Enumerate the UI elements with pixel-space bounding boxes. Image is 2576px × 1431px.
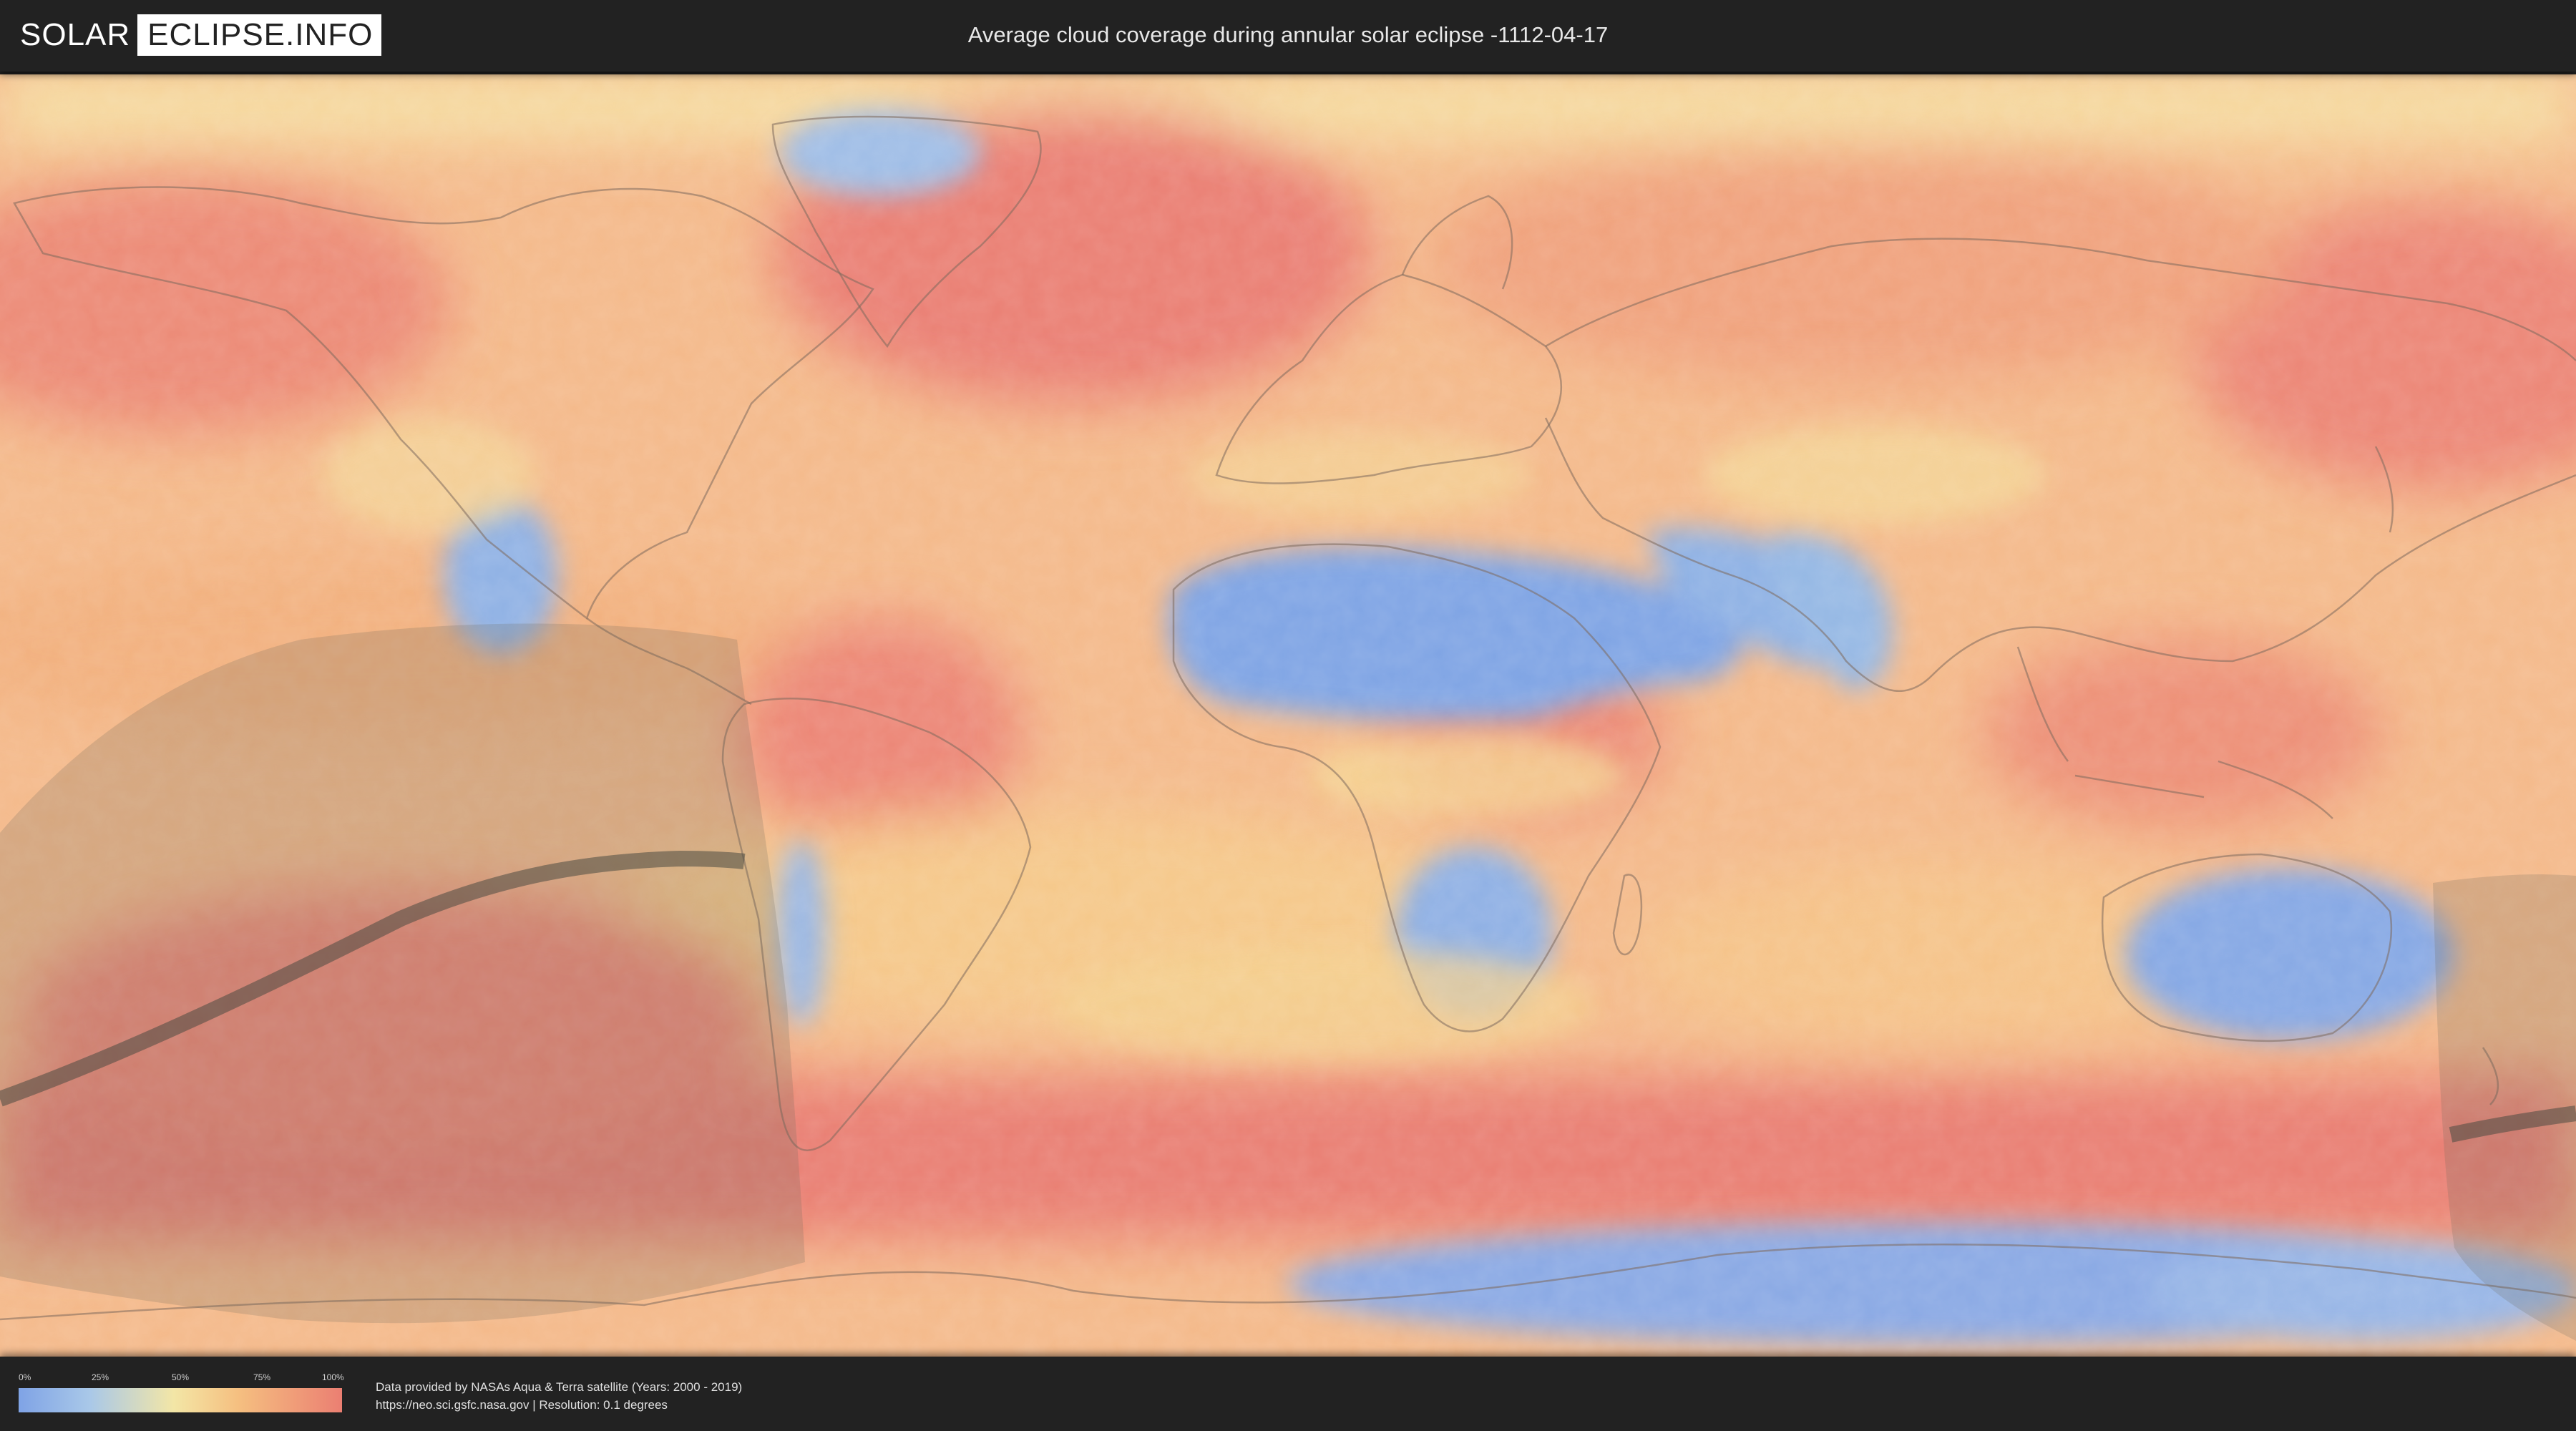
legend-tick-100: 100% [322,1372,344,1382]
eclipse-visibility-zone [0,623,805,1324]
credits-source: Data provided by NASAs Aqua & Terra sate… [376,1380,743,1394]
app-root: SOLAR ECLIPSE.INFO Average cloud coverag… [0,0,2576,1431]
credits-link[interactable]: https://neo.sci.gsfc.nasa.gov | Resoluti… [376,1396,742,1414]
header-bar: SOLAR ECLIPSE.INFO Average cloud coverag… [0,0,2576,72]
cloud-coverage-legend: 0% 25% 50% 75% 100% [19,1372,344,1414]
legend-tick-25: 25% [92,1372,109,1382]
legend-color-bar [19,1388,342,1412]
legend-tick-50: 50% [172,1372,190,1382]
legend-tick-75: 75% [253,1372,271,1382]
cloud-coverage-map[interactable] [0,74,2576,1357]
data-credits: Data provided by NASAs Aqua & Terra sate… [376,1378,742,1414]
world-map-icon [0,74,2576,1357]
footer-bar: 0% 25% 50% 75% 100% Data provided by NAS… [0,1357,2576,1431]
legend-tick-0: 0% [19,1372,31,1382]
page-title: Average cloud coverage during annular so… [967,22,1609,47]
